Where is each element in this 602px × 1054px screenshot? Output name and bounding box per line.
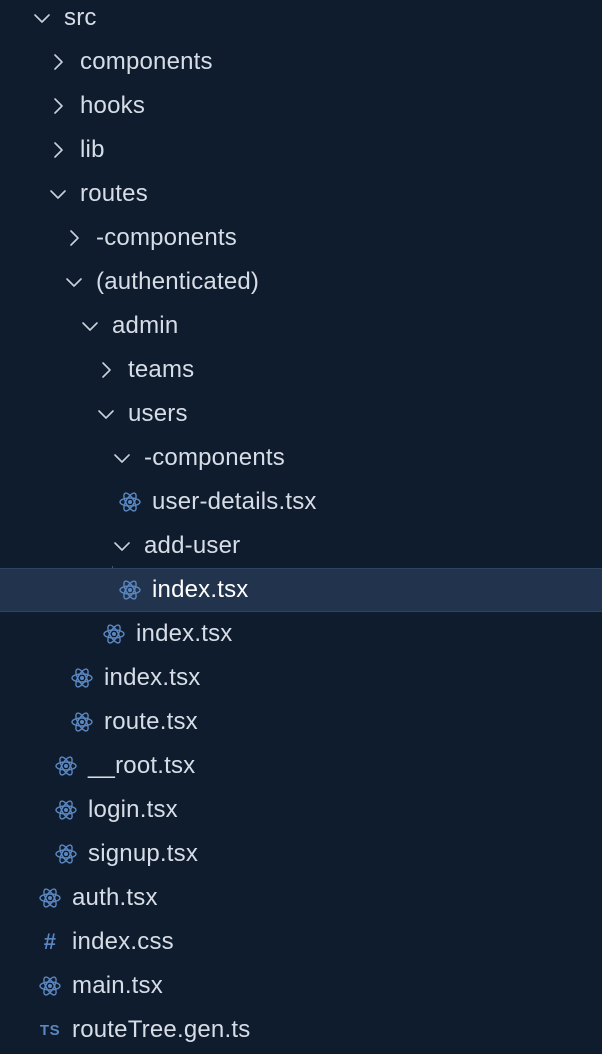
file-label: login.tsx: [88, 796, 178, 823]
folder-label: (authenticated): [96, 268, 260, 295]
folder-label: components: [80, 48, 213, 75]
chevron-right-icon[interactable]: [62, 226, 86, 250]
chevron-down-icon[interactable]: [78, 314, 102, 338]
file-item[interactable]: user-details.tsx: [0, 480, 602, 524]
file-item[interactable]: __root.tsx: [0, 744, 602, 788]
file-label: routeTree.gen.ts: [72, 1016, 251, 1043]
file-item[interactable]: # index.css: [0, 920, 602, 964]
folder-item[interactable]: components: [0, 40, 602, 84]
folder-item[interactable]: users: [0, 392, 602, 436]
folder-item[interactable]: admin: [0, 304, 602, 348]
file-item[interactable]: index.tsx: [0, 612, 602, 656]
chevron-down-icon[interactable]: [110, 534, 134, 558]
folder-label: teams: [128, 356, 195, 383]
react-file-icon: [54, 754, 78, 778]
file-label: index.css: [72, 928, 174, 955]
folder-label: add-user: [144, 532, 241, 559]
chevron-down-icon[interactable]: [94, 402, 118, 426]
file-label: auth.tsx: [72, 884, 158, 911]
file-label: signup.tsx: [88, 840, 199, 867]
css-file-icon: #: [43, 929, 57, 954]
react-file-icon: [54, 798, 78, 822]
folder-item[interactable]: (authenticated): [0, 260, 602, 304]
file-label: index.tsx: [104, 664, 201, 691]
folder-label: -components: [144, 444, 285, 471]
file-item[interactable]: index.tsx: [0, 656, 602, 700]
react-file-icon: [38, 974, 62, 998]
folder-item[interactable]: -components: [0, 216, 602, 260]
react-file-icon: [38, 886, 62, 910]
folder-label: routes: [80, 180, 148, 207]
chevron-down-icon[interactable]: [46, 182, 70, 206]
folder-label: hooks: [80, 92, 146, 119]
file-item[interactable]: main.tsx: [0, 964, 602, 1008]
file-item[interactable]: signup.tsx: [0, 832, 602, 876]
folder-label: lib: [80, 136, 105, 163]
file-label: route.tsx: [104, 708, 198, 735]
file-label: index.tsx: [152, 576, 249, 603]
folder-item[interactable]: -components: [0, 436, 602, 480]
react-file-icon: [118, 490, 142, 514]
file-item[interactable]: route.tsx: [0, 700, 602, 744]
folder-item[interactable]: teams: [0, 348, 602, 392]
react-file-icon: [54, 842, 78, 866]
file-label: main.tsx: [72, 972, 163, 999]
folder-label: users: [128, 400, 188, 427]
folder-item[interactable]: src: [0, 0, 602, 40]
file-label: __root.tsx: [88, 752, 196, 779]
folder-label: -components: [96, 224, 237, 251]
typescript-file-icon: TS: [39, 1021, 61, 1039]
chevron-down-icon[interactable]: [30, 6, 54, 30]
folder-item[interactable]: lib: [0, 128, 602, 172]
react-file-icon: [102, 622, 126, 646]
file-label: user-details.tsx: [152, 488, 317, 515]
folder-item[interactable]: hooks: [0, 84, 602, 128]
chevron-right-icon[interactable]: [46, 50, 70, 74]
folder-label: src: [64, 4, 97, 31]
folder-label: admin: [112, 312, 179, 339]
chevron-right-icon[interactable]: [46, 138, 70, 162]
folder-item[interactable]: add-user: [0, 524, 602, 568]
react-file-icon: [70, 710, 94, 734]
file-item[interactable]: login.tsx: [0, 788, 602, 832]
file-item[interactable]: auth.tsx: [0, 876, 602, 920]
file-item[interactable]: TS routeTree.gen.ts: [0, 1008, 602, 1052]
file-label: index.tsx: [136, 620, 233, 647]
chevron-right-icon[interactable]: [94, 358, 118, 382]
chevron-down-icon[interactable]: [110, 446, 134, 470]
file-explorer: src components hooks lib routes -components (a…: [0, 0, 602, 1054]
file-item[interactable]: index.tsx: [0, 568, 602, 612]
chevron-right-icon[interactable]: [46, 94, 70, 118]
react-file-icon: [70, 666, 94, 690]
react-file-icon: [118, 578, 142, 602]
folder-item[interactable]: routes: [0, 172, 602, 216]
chevron-down-icon[interactable]: [62, 270, 86, 294]
